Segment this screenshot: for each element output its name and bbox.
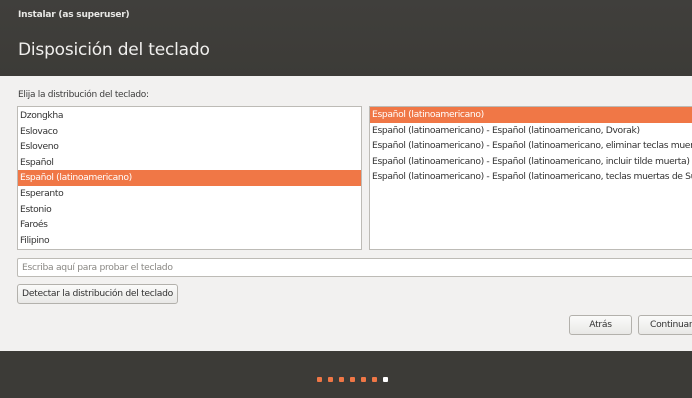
keyboard-test-input[interactable] [17,258,692,277]
progress-dot [328,377,333,382]
layout-list-item[interactable]: Español (latinoamericano) [18,170,361,186]
variant-list-item[interactable]: Español (latinoamericano) - Español (lat… [370,123,692,139]
keyboard-variant-list[interactable]: Español (latinoamericano) Español (latino… [369,106,692,250]
progress-dot [317,377,322,382]
header-bar: Instalar (as superuser) Disposición del … [0,0,692,76]
progress-dot [339,377,344,382]
back-button[interactable]: Atrás [569,315,632,335]
layout-list-item[interactable]: Estonio [18,202,361,218]
layout-list-item[interactable]: Faroés [18,217,361,233]
progress-dot [372,377,377,382]
progress-indicator [317,377,388,382]
progress-dot [350,377,355,382]
progress-dot [361,377,366,382]
layout-list-item[interactable]: Dzongkha [18,108,361,124]
detect-layout-button[interactable]: Detectar la distribución del teclado [17,284,178,304]
variant-list-item[interactable]: Español (latinoamericano) - Español (lat… [370,138,692,154]
layout-list-item[interactable]: Esloveno [18,139,361,155]
continue-button[interactable]: Continuar [638,315,692,335]
layout-list-item[interactable]: Español [18,155,361,171]
window-title: Instalar (as superuser) [18,10,130,20]
layout-list-item[interactable]: Esperanto [18,186,361,202]
keyboard-layout-list[interactable]: Dzongkha Eslovaco Esloveno Español Español (… [17,106,362,250]
layout-list-item[interactable]: Eslovaco [18,124,361,140]
variant-list-item[interactable]: Español (latinoamericano) [370,107,692,123]
layout-prompt-label: Elija la distribución del teclado: [18,90,149,100]
footer-bar [0,351,692,398]
progress-dot [383,377,388,382]
variant-list-item[interactable]: Español (latinoamericano) - Español (lat… [370,169,692,185]
page-title: Disposición del teclado [18,40,210,60]
layout-list-item[interactable]: Filipino [18,233,361,249]
variant-list-item[interactable]: Español (latinoamericano) - Español (lat… [370,154,692,170]
